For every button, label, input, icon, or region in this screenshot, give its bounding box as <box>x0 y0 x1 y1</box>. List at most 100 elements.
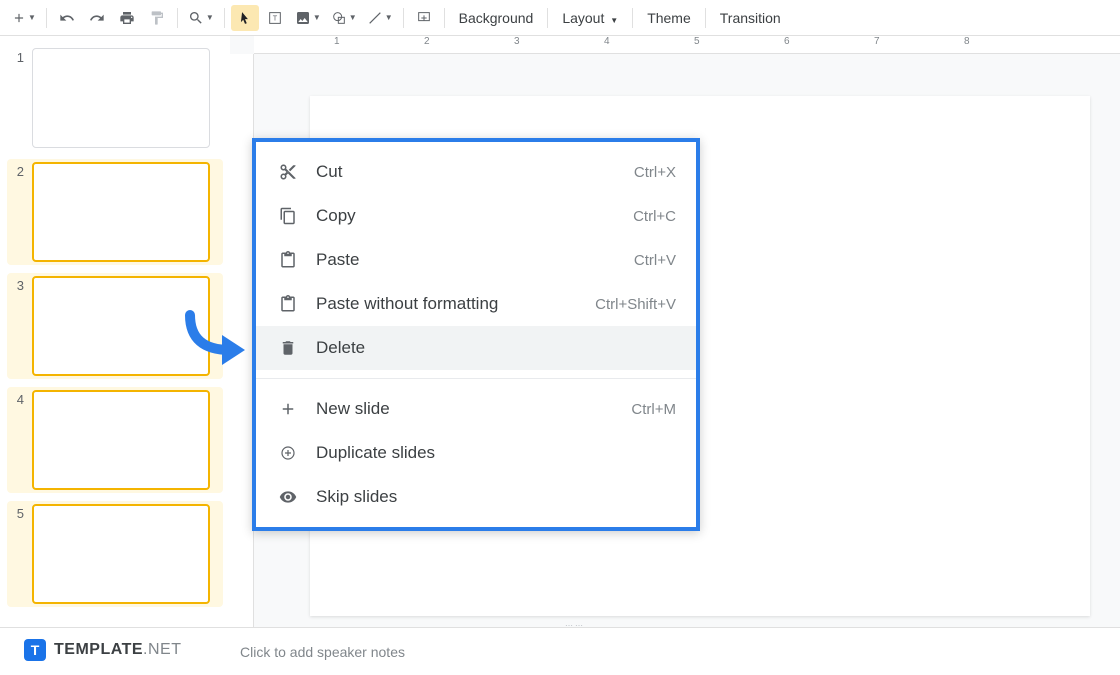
chevron-down-icon: ▼ <box>206 13 214 22</box>
slide-thumbnail-5[interactable]: 5 <box>7 501 223 607</box>
redo-icon <box>89 10 105 26</box>
menu-shortcut: Ctrl+X <box>634 164 676 181</box>
separator <box>403 8 404 28</box>
line-icon <box>367 10 383 26</box>
horizontal-ruler: 1 2 3 4 5 6 7 8 <box>254 36 1120 54</box>
menu-label: New slide <box>316 399 631 419</box>
background-button[interactable]: Background <box>451 10 542 26</box>
menu-label: Paste without formatting <box>316 294 595 314</box>
ruler-tick: 5 <box>694 36 700 47</box>
ruler-tick: 1 <box>334 36 340 47</box>
comment-icon <box>416 10 432 26</box>
undo-button[interactable] <box>53 5 81 31</box>
menu-paste[interactable]: Paste Ctrl+V <box>256 238 696 282</box>
separator <box>46 8 47 28</box>
redo-button[interactable] <box>83 5 111 31</box>
layout-label: Layout <box>562 10 604 26</box>
menu-shortcut: Ctrl+C <box>633 208 676 225</box>
slide-preview <box>32 48 210 148</box>
textbox-icon: T <box>267 10 283 26</box>
new-slide-button[interactable]: ▼ <box>8 5 40 31</box>
arrow-annotation <box>180 310 260 370</box>
chevron-down-icon: ▼ <box>349 13 357 22</box>
slide-preview <box>32 390 210 490</box>
plus-icon <box>12 11 26 25</box>
ruler-tick: 8 <box>964 36 970 47</box>
menu-label: Duplicate slides <box>316 443 676 463</box>
theme-button[interactable]: Theme <box>639 10 699 26</box>
menu-label: Skip slides <box>316 487 676 507</box>
image-button[interactable]: ▼ <box>291 5 325 31</box>
slide-number: 4 <box>10 390 24 490</box>
paint-roller-icon <box>149 10 165 26</box>
duplicate-icon <box>276 444 300 462</box>
menu-separator <box>256 378 696 379</box>
separator <box>444 8 445 28</box>
menu-skip-slides[interactable]: Skip slides <box>256 475 696 519</box>
chevron-down-icon: ▼ <box>313 13 321 22</box>
watermark-text: TEMPLATE.NET <box>54 641 181 659</box>
slide-number: 1 <box>10 48 24 148</box>
clipboard-plain-icon <box>276 295 300 313</box>
watermark-brand: TEMPLATE <box>54 641 143 658</box>
context-menu: Cut Ctrl+X Copy Ctrl+C Paste Ctrl+V Past… <box>252 138 700 531</box>
copy-icon <box>276 207 300 225</box>
zoom-icon <box>188 10 204 26</box>
ruler-tick: 2 <box>424 36 430 47</box>
menu-cut[interactable]: Cut Ctrl+X <box>256 150 696 194</box>
clipboard-icon <box>276 251 300 269</box>
select-tool-button[interactable] <box>231 5 259 31</box>
layout-button[interactable]: Layout ▼ <box>554 10 626 26</box>
slide-thumbnail-1[interactable]: 1 <box>10 48 220 148</box>
slide-number: 3 <box>10 276 24 376</box>
slide-number: 2 <box>10 162 24 262</box>
ruler-tick: 3 <box>514 36 520 47</box>
separator <box>177 8 178 28</box>
slide-number: 5 <box>10 504 24 604</box>
slide-thumbnail-2[interactable]: 2 <box>7 159 223 265</box>
trash-icon <box>276 339 300 357</box>
chevron-down-icon: ▼ <box>28 13 36 22</box>
menu-shortcut: Ctrl+Shift+V <box>595 296 676 313</box>
chevron-down-icon: ▼ <box>385 13 393 22</box>
eye-icon <box>276 488 300 506</box>
comment-button[interactable] <box>410 5 438 31</box>
transition-button[interactable]: Transition <box>712 10 789 26</box>
menu-label: Cut <box>316 162 634 182</box>
slide-preview <box>32 504 210 604</box>
zoom-button[interactable]: ▼ <box>184 5 218 31</box>
menu-shortcut: Ctrl+V <box>634 252 676 269</box>
paint-format-button[interactable] <box>143 5 171 31</box>
slide-preview <box>32 162 210 262</box>
plus-icon <box>276 400 300 418</box>
shape-icon <box>331 10 347 26</box>
watermark: T TEMPLATE.NET <box>24 639 181 661</box>
ruler-tick: 7 <box>874 36 880 47</box>
print-icon <box>119 10 135 26</box>
shape-button[interactable]: ▼ <box>327 5 361 31</box>
ruler-tick: 4 <box>604 36 610 47</box>
menu-duplicate-slides[interactable]: Duplicate slides <box>256 431 696 475</box>
separator <box>705 8 706 28</box>
menu-shortcut: Ctrl+M <box>631 401 676 418</box>
chevron-down-icon: ▼ <box>610 16 618 25</box>
separator <box>224 8 225 28</box>
print-button[interactable] <box>113 5 141 31</box>
menu-label: Paste <box>316 250 634 270</box>
image-icon <box>295 10 311 26</box>
menu-label: Delete <box>316 338 676 358</box>
menu-copy[interactable]: Copy Ctrl+C <box>256 194 696 238</box>
textbox-button[interactable]: T <box>261 5 289 31</box>
toolbar: ▼ ▼ T ▼ ▼ ▼ Background Layout ▼ Th <box>0 0 1120 36</box>
svg-text:T: T <box>273 13 278 22</box>
separator <box>632 8 633 28</box>
speaker-notes-placeholder: Click to add speaker notes <box>240 644 405 660</box>
menu-paste-without-formatting[interactable]: Paste without formatting Ctrl+Shift+V <box>256 282 696 326</box>
menu-delete[interactable]: Delete <box>256 326 696 370</box>
line-button[interactable]: ▼ <box>363 5 397 31</box>
undo-icon <box>59 10 75 26</box>
separator <box>547 8 548 28</box>
scissors-icon <box>276 163 300 181</box>
menu-new-slide[interactable]: New slide Ctrl+M <box>256 387 696 431</box>
slide-thumbnail-4[interactable]: 4 <box>7 387 223 493</box>
